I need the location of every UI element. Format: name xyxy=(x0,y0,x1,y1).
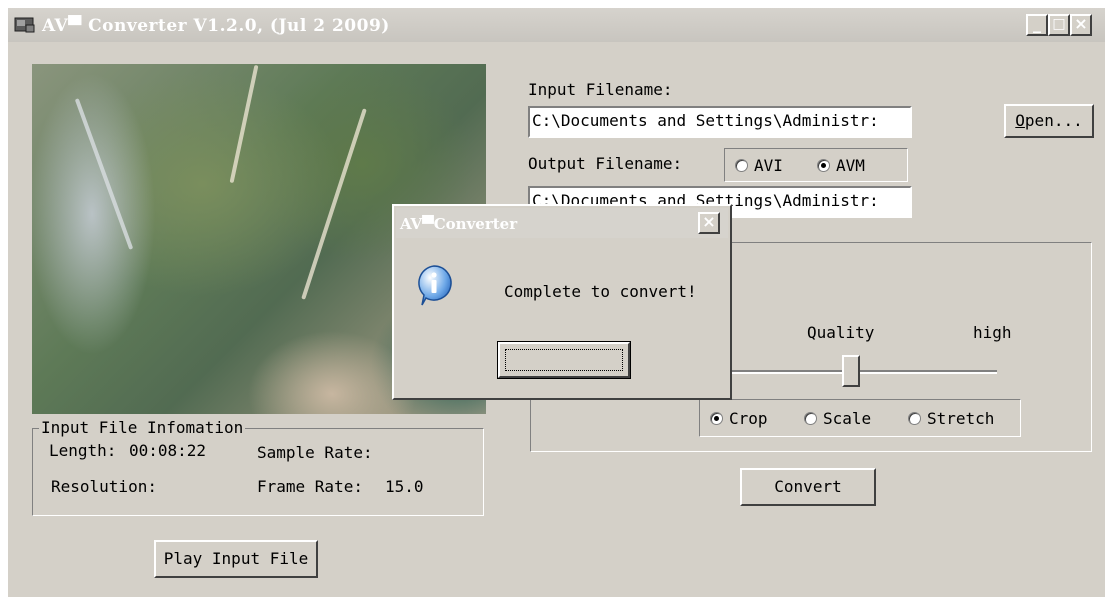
quality-slider-track[interactable] xyxy=(731,370,997,374)
radio-scale-circle[interactable] xyxy=(804,412,817,425)
dialog-title: AV▀Converter xyxy=(400,215,518,233)
title-bar[interactable]: AV▀ Converter V1.2.0, (Jul 2 2009) _ □ × xyxy=(8,8,1105,42)
app-icon xyxy=(14,17,35,33)
frame-rate-label: Frame Rate: xyxy=(257,477,363,496)
convert-button-label: Convert xyxy=(774,477,842,496)
length-value: 00:08:22 xyxy=(129,441,207,460)
radio-scale[interactable]: Scale xyxy=(804,409,871,428)
quality-slider-thumb[interactable] xyxy=(841,355,860,387)
radio-avi-circle[interactable] xyxy=(735,159,748,172)
main-window: AV▀ Converter V1.2.0, (Jul 2 2009) _ □ ×… xyxy=(8,8,1105,597)
sample-rate-label: Sample Rate: xyxy=(257,443,373,462)
message-dialog: AV▀Converter × Complete to convert! xyxy=(392,204,732,400)
radio-stretch-circle[interactable] xyxy=(908,412,921,425)
quality-high-label: high xyxy=(973,323,1012,342)
file-info-title: Input File Infomation xyxy=(39,418,246,437)
output-format-group: AVI AVM xyxy=(724,148,908,182)
open-button-label: Open... xyxy=(1015,111,1083,130)
info-icon xyxy=(418,265,452,306)
play-input-file-button[interactable]: Play Input File xyxy=(154,540,318,578)
radio-avi-label: AVI xyxy=(754,156,783,175)
radio-avm-label: AVM xyxy=(836,156,865,175)
close-button[interactable]: × xyxy=(1070,14,1092,36)
radio-crop-label: Crop xyxy=(729,409,768,428)
input-filename-field[interactable]: C:\Documents and Settings\Administr: xyxy=(528,106,912,138)
preview-texture xyxy=(301,108,367,300)
input-filename-label: Input Filename: xyxy=(528,80,673,99)
minimize-button[interactable]: _ xyxy=(1026,14,1048,36)
resolution-label: Resolution: xyxy=(51,477,157,496)
radio-avm[interactable]: AVM xyxy=(817,156,865,175)
length-label: Length: xyxy=(49,441,117,460)
frame-rate-value: 15.0 xyxy=(385,477,424,496)
preview-texture xyxy=(229,64,259,184)
preview-texture xyxy=(74,98,134,250)
convert-button[interactable]: Convert xyxy=(740,468,876,506)
radio-crop-circle[interactable] xyxy=(710,412,723,425)
radio-avm-circle[interactable] xyxy=(817,159,830,172)
radio-stretch[interactable]: Stretch xyxy=(908,409,994,428)
dialog-message: Complete to convert! xyxy=(504,282,697,301)
quality-label: Quality xyxy=(807,323,875,342)
dialog-title-bar[interactable]: AV▀Converter × xyxy=(396,208,728,238)
window-title: AV▀ Converter V1.2.0, (Jul 2 2009) xyxy=(42,16,390,36)
radio-stretch-label: Stretch xyxy=(927,409,995,428)
file-info-group: Input File Infomation Length: 00:08:22 S… xyxy=(32,418,484,516)
radio-avi[interactable]: AVI xyxy=(735,156,783,175)
focus-rect xyxy=(505,349,623,371)
dialog-ok-button[interactable] xyxy=(497,341,631,379)
play-input-file-label: Play Input File xyxy=(163,549,309,568)
radio-crop[interactable]: Crop xyxy=(710,409,768,428)
dialog-close-button[interactable]: × xyxy=(698,212,720,234)
output-filename-label: Output Filename: xyxy=(528,154,683,173)
maximize-button[interactable]: □ xyxy=(1048,14,1070,36)
resize-mode-group: Crop Scale Stretch xyxy=(699,399,1021,437)
open-button[interactable]: Open... xyxy=(1004,104,1094,138)
radio-scale-label: Scale xyxy=(823,409,872,428)
